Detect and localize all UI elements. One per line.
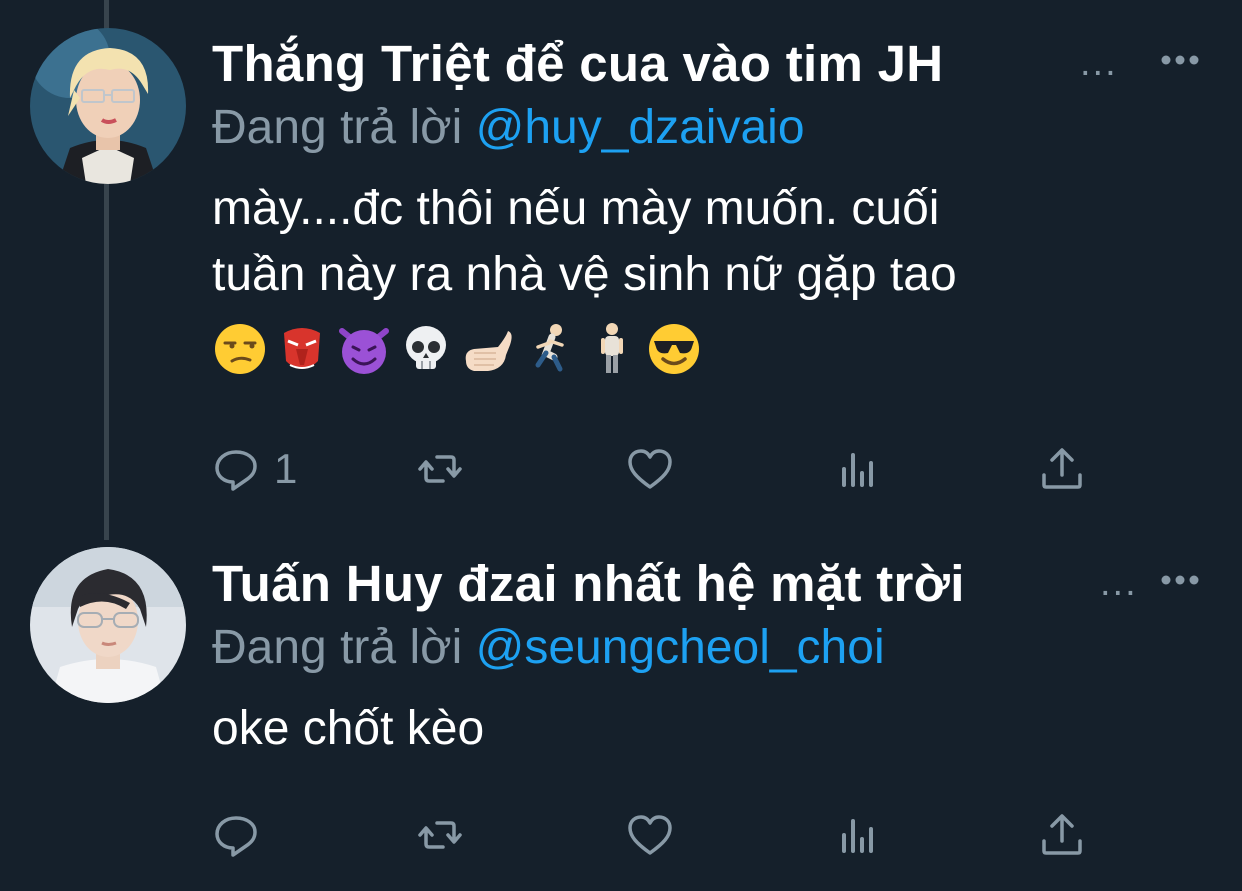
skull-emoji (398, 321, 454, 377)
share-icon (1038, 811, 1086, 859)
retweet-button[interactable] (416, 444, 464, 494)
display-name[interactable]: Thắng Triệt để cua vào tim JH (212, 34, 943, 93)
reply-count: 1 (274, 445, 298, 492)
smiling-face-sunglasses-emoji (646, 321, 702, 377)
avatar[interactable] (30, 28, 186, 184)
tweet[interactable]: Tuấn Huy đzai nhất hệ mặt trời ... Đang … (0, 520, 1242, 891)
display-name[interactable]: Tuấn Huy đzai nhất hệ mặt trời (212, 554, 965, 613)
unamused-face-emoji (212, 321, 268, 377)
reply-prefix: Đang trả lời (212, 621, 463, 674)
speech-bubble-icon (212, 811, 260, 859)
tweet-header: Tuấn Huy đzai nhất hệ mặt trời ... (212, 550, 1242, 616)
tweet-text: oke chốt kèo (212, 702, 485, 755)
retweet-button[interactable] (416, 810, 464, 860)
like-button[interactable] (626, 444, 674, 494)
tweet-header: Thắng Triệt để cua vào tim JH ... (212, 30, 1242, 96)
reply-prefix: Đang trả lời (212, 101, 463, 154)
avatar[interactable] (30, 547, 186, 703)
like-button[interactable] (626, 810, 674, 860)
replying-to: Đang trả lời @seungcheol_choi (212, 620, 1242, 684)
stats-button[interactable] (834, 444, 882, 494)
heart-icon (626, 445, 674, 493)
mention-link[interactable]: @seungcheol_choi (476, 621, 885, 674)
tweet-actions (212, 810, 1092, 860)
name-ellipsis: ... (1100, 562, 1138, 604)
reply-button[interactable] (212, 810, 274, 860)
heart-icon (626, 811, 674, 859)
more-dots-icon[interactable] (1160, 52, 1200, 68)
emoji-row (212, 316, 1242, 382)
retweet-icon (416, 445, 464, 493)
tweet-content: Thắng Triệt để cua vào tim JH ... Đang t… (212, 30, 1242, 382)
share-button[interactable] (1038, 444, 1086, 494)
share-button[interactable] (1038, 810, 1086, 860)
person-running-emoji (522, 321, 578, 377)
mention-link[interactable]: @huy_dzaivaio (476, 101, 805, 154)
name-ellipsis: ... (1080, 42, 1118, 84)
tweet-actions: 1 (212, 444, 1092, 494)
tweet-content: Tuấn Huy đzai nhất hệ mặt trời ... Đang … (212, 550, 1242, 762)
tweet-text: mày....đc thôi nếu mày muốn. cuối tuần n… (212, 182, 957, 301)
bar-chart-icon (834, 811, 882, 859)
share-icon (1038, 445, 1086, 493)
reply-button[interactable]: 1 (212, 444, 297, 494)
call-me-hand-emoji (460, 321, 516, 377)
tweet[interactable]: Thắng Triệt để cua vào tim JH ... Đang t… (0, 0, 1242, 520)
smiling-imp-emoji (336, 321, 392, 377)
bar-chart-icon (834, 445, 882, 493)
more-dots-icon[interactable] (1160, 572, 1200, 588)
tweet-thread: Thắng Triệt để cua vào tim JH ... Đang t… (0, 0, 1242, 891)
replying-to: Đang trả lời @huy_dzaivaio (212, 100, 1242, 164)
stats-button[interactable] (834, 810, 882, 860)
speech-bubble-icon (212, 445, 260, 493)
person-standing-emoji (584, 321, 640, 377)
goblin-mask-emoji (274, 321, 330, 377)
retweet-icon (416, 811, 464, 859)
